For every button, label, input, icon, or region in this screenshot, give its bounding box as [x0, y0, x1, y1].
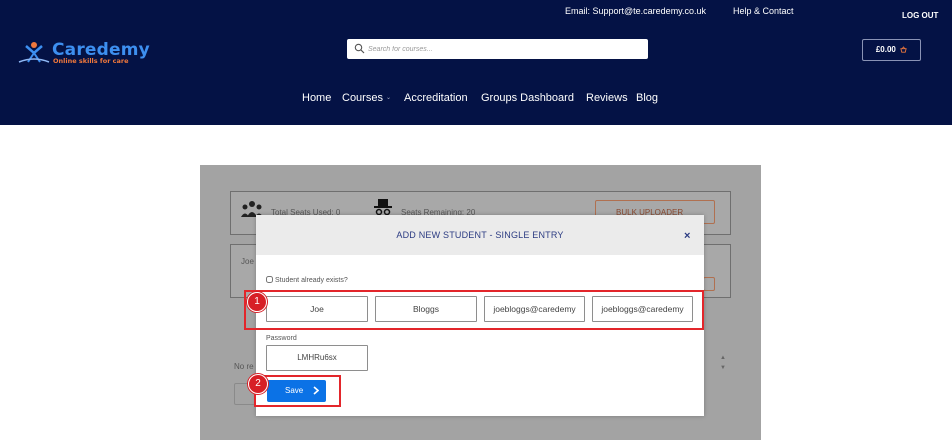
- main-nav: Home Courses ⌄ Accreditation Groups Dashb…: [0, 92, 952, 106]
- annotation-badge-1: 1: [247, 292, 267, 312]
- logo-tagline: Online skills for care: [53, 57, 129, 65]
- password-field[interactable]: LMHRu6sx: [266, 345, 368, 371]
- modal-header: ADD NEW STUDENT - SINGLE ENTRY ×: [256, 215, 704, 255]
- cart-button[interactable]: £0.00: [862, 39, 921, 61]
- student-exists-option[interactable]: Student already exists?: [266, 276, 348, 284]
- course-search[interactable]: [347, 39, 648, 59]
- nav-blog[interactable]: Blog: [636, 92, 658, 104]
- nav-courses[interactable]: Courses ⌄: [342, 92, 391, 104]
- row-action-button[interactable]: [703, 277, 715, 291]
- chevron-down-icon: ⌄: [385, 95, 391, 101]
- student-exists-label: Student already exists?: [275, 277, 348, 284]
- basket-icon: [900, 46, 907, 53]
- annotation-badge-2: 2: [248, 374, 268, 394]
- nav-home[interactable]: Home: [302, 92, 331, 104]
- search-icon: [354, 43, 365, 54]
- student-exists-checkbox[interactable]: [266, 276, 273, 283]
- scroll-stepper-icon[interactable]: ▲ ▼: [720, 355, 728, 373]
- nav-groups-dashboard[interactable]: Groups Dashboard: [481, 92, 574, 104]
- caredemy-logo[interactable]: Caredemy Online skills for care: [16, 40, 150, 66]
- password-label: Password: [266, 335, 297, 342]
- site-header: Email: Support@te.caredemy.co.uk Help & …: [0, 0, 952, 125]
- close-icon[interactable]: ×: [684, 231, 690, 242]
- annotation-box-fields: [244, 290, 704, 330]
- student-row-name: Joe: [241, 257, 254, 266]
- cart-amount: £0.00: [875, 45, 896, 54]
- nav-reviews[interactable]: Reviews: [586, 92, 628, 104]
- search-input[interactable]: [368, 39, 644, 59]
- logo-mark-icon: [18, 42, 50, 63]
- support-email-link[interactable]: Email: Support@te.caredemy.co.uk: [565, 6, 706, 16]
- help-contact-link[interactable]: Help & Contact: [733, 6, 794, 16]
- nav-courses-label: Courses: [342, 92, 383, 104]
- logout-link[interactable]: LOG OUT: [902, 11, 938, 20]
- modal-title: ADD NEW STUDENT - SINGLE ENTRY: [396, 230, 564, 240]
- nav-accreditation[interactable]: Accreditation: [404, 92, 468, 104]
- no-records-text: No re: [234, 362, 254, 371]
